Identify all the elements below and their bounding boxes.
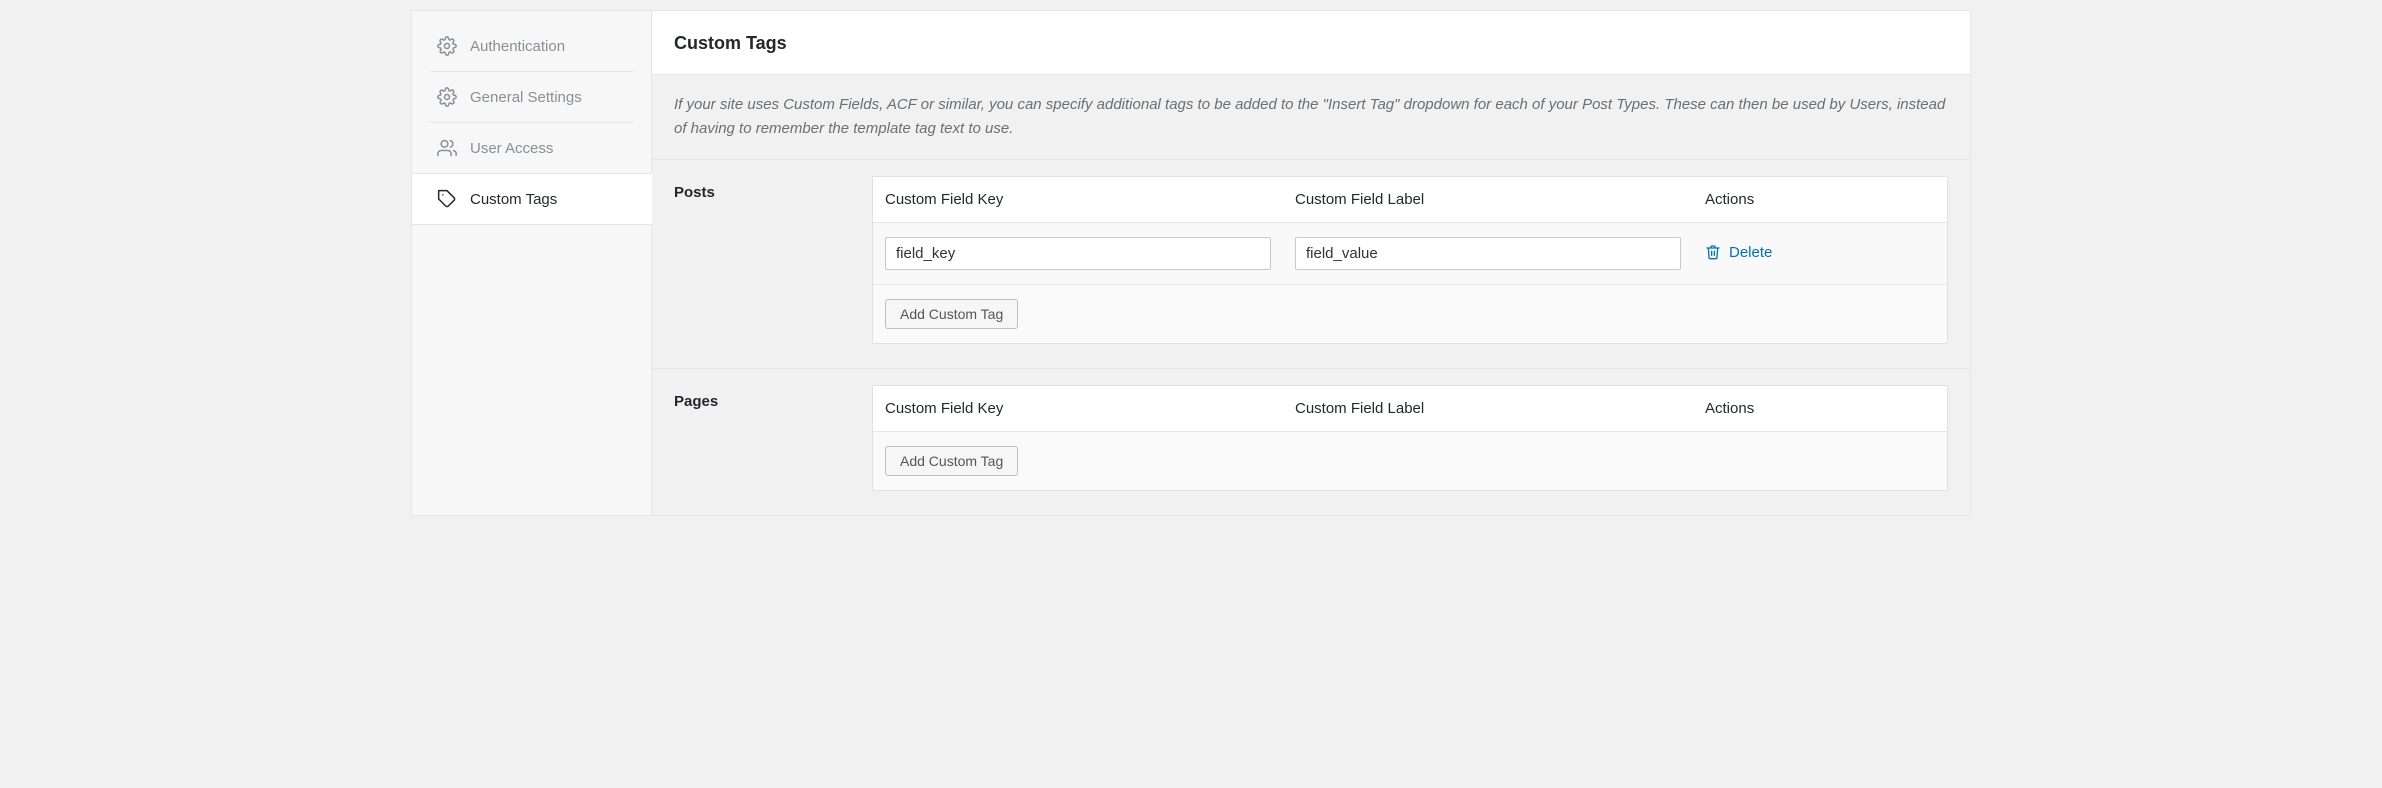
- col-header-key: Custom Field Key: [873, 386, 1283, 431]
- settings-sidebar: Authentication General Settings User Acc…: [412, 11, 652, 515]
- pages-table: Custom Field Key Custom Field Label Acti…: [872, 385, 1948, 491]
- col-header-key: Custom Field Key: [873, 177, 1283, 222]
- users-icon: [436, 137, 458, 159]
- section-pages: Pages Custom Field Key Custom Field Labe…: [652, 369, 1970, 515]
- col-header-label: Custom Field Label: [1283, 177, 1693, 222]
- posts-table: Custom Field Key Custom Field Label Acti…: [872, 176, 1948, 344]
- table-footer: Add Custom Tag: [873, 432, 1947, 490]
- sidebar-item-custom-tags[interactable]: Custom Tags: [412, 173, 652, 225]
- sidebar-item-general-settings[interactable]: General Settings: [430, 71, 633, 122]
- add-custom-tag-button[interactable]: Add Custom Tag: [885, 299, 1018, 329]
- sidebar-item-label: Custom Tags: [470, 191, 557, 208]
- custom-field-label-input[interactable]: [1295, 237, 1681, 270]
- add-custom-tag-button[interactable]: Add Custom Tag: [885, 446, 1018, 476]
- table-header-row: Custom Field Key Custom Field Label Acti…: [873, 386, 1947, 432]
- sidebar-item-authentication[interactable]: Authentication: [430, 21, 633, 71]
- gear-icon: [436, 35, 458, 57]
- trash-icon: [1705, 244, 1721, 260]
- col-header-actions: Actions: [1693, 386, 1947, 431]
- delete-button[interactable]: Delete: [1705, 244, 1772, 261]
- table-footer: Add Custom Tag: [873, 285, 1947, 343]
- custom-field-key-input[interactable]: [885, 237, 1271, 270]
- description-text: If your site uses Custom Fields, ACF or …: [652, 75, 1970, 160]
- section-pages-label: Pages: [652, 369, 872, 515]
- gear-icon: [436, 86, 458, 108]
- main-content: Custom Tags If your site uses Custom Fie…: [652, 11, 1970, 515]
- table-header-row: Custom Field Key Custom Field Label Acti…: [873, 177, 1947, 223]
- settings-panel: Authentication General Settings User Acc…: [411, 10, 1971, 516]
- section-posts-label: Posts: [652, 160, 872, 368]
- sidebar-item-label: User Access: [470, 140, 553, 157]
- sidebar-item-label: Authentication: [470, 38, 565, 55]
- title-bar: Custom Tags: [652, 11, 1970, 75]
- tag-icon: [436, 188, 458, 210]
- section-posts: Posts Custom Field Key Custom Field Labe…: [652, 160, 1970, 369]
- page-title: Custom Tags: [674, 33, 1948, 54]
- delete-label: Delete: [1729, 244, 1772, 261]
- col-header-label: Custom Field Label: [1283, 386, 1693, 431]
- sidebar-item-user-access[interactable]: User Access: [430, 122, 633, 173]
- sidebar-item-label: General Settings: [470, 89, 582, 106]
- table-row: Delete: [873, 223, 1947, 285]
- col-header-actions: Actions: [1693, 177, 1947, 222]
